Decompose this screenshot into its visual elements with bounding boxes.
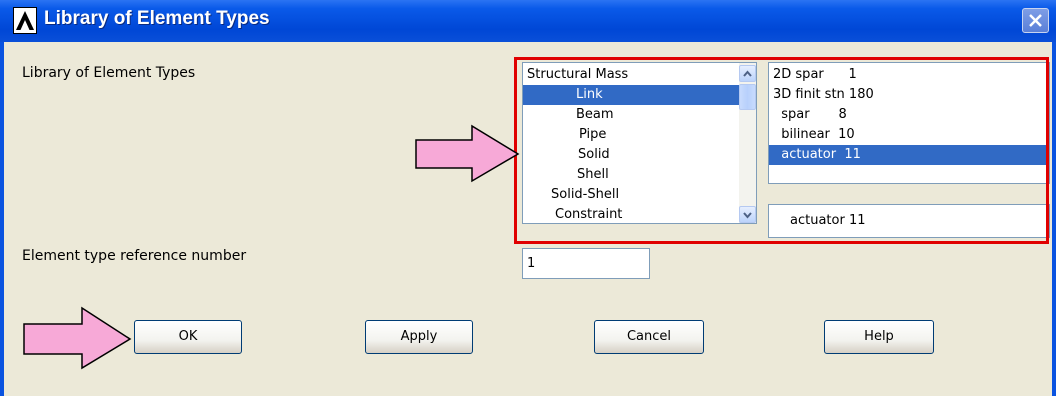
ref-number-value: 1 [527, 256, 536, 271]
library-label: Library of Element Types [22, 65, 196, 81]
ref-number-input[interactable]: 1 [522, 248, 650, 279]
help-button[interactable]: Help [824, 320, 934, 354]
dialog-window: Library of Element Types Library of Elem… [0, 0, 1056, 396]
arrow-right-icon [23, 306, 132, 370]
ok-button[interactable]: OK [134, 320, 242, 354]
arrow-right-icon [415, 124, 520, 183]
ansys-logo-icon [13, 7, 37, 34]
cancel-button[interactable]: Cancel [594, 320, 704, 354]
ref-number-label: Element type reference number [22, 248, 247, 264]
title-bar[interactable]: Library of Element Types [0, 0, 1056, 42]
close-button[interactable] [1022, 8, 1049, 33]
highlight-box [514, 57, 1049, 244]
window-title: Library of Element Types [44, 8, 270, 29]
close-icon [1029, 14, 1042, 27]
apply-button[interactable]: Apply [365, 320, 473, 354]
